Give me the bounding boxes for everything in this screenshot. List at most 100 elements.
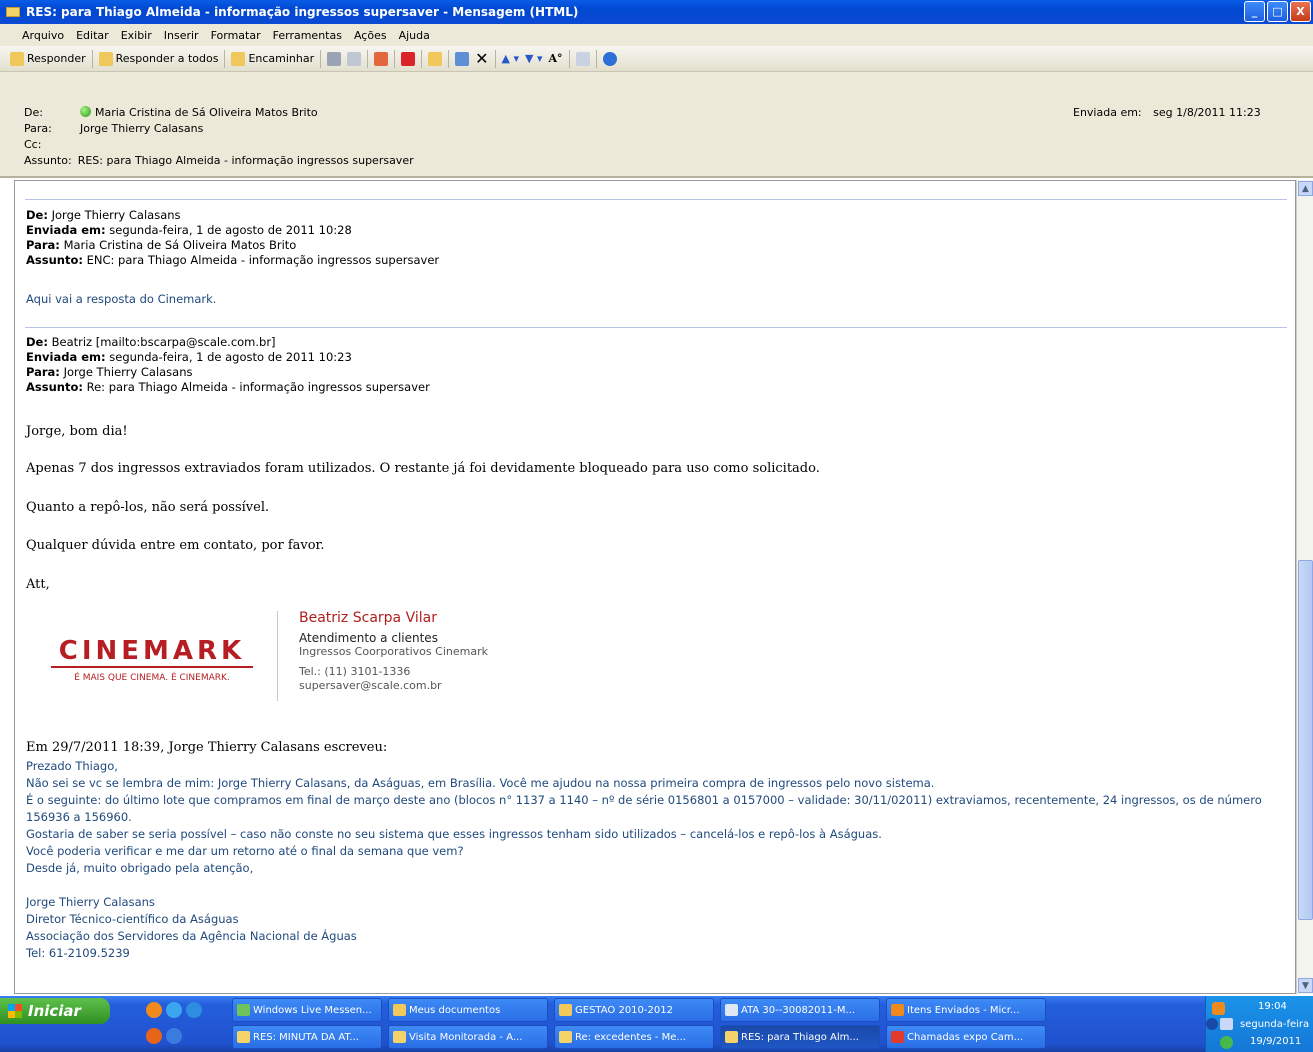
- signature-divider: [277, 611, 278, 701]
- tray-expand-icon[interactable]: [1206, 1018, 1218, 1030]
- previous-icon[interactable]: ▲ ▾: [502, 52, 519, 65]
- signature-email[interactable]: supersaver@scale.com.br: [299, 679, 488, 693]
- taskbar-button[interactable]: Meus documentos: [388, 998, 548, 1022]
- taskbar-button[interactable]: Chamadas expo Cam...: [886, 1025, 1046, 1049]
- cc-row: Cc:: [24, 138, 80, 151]
- fwd1-sent: segunda-feira, 1 de agosto de 2011 10:28: [109, 223, 352, 237]
- fwd1-sent-label: Enviada em:: [26, 223, 106, 237]
- envelope-icon: [393, 1031, 406, 1043]
- taskbar-button-label: Visita Monitorada - A...: [409, 1031, 523, 1043]
- help-icon[interactable]: [602, 51, 617, 66]
- forward-header-2: De: Beatriz [mailto:bscarpa@scale.com.br…: [26, 335, 430, 395]
- fwd2-sent: segunda-feira, 1 de agosto de 2011 10:23: [109, 350, 352, 364]
- flag-icon[interactable]: [401, 51, 416, 66]
- scroll-down-icon[interactable]: ▼: [1298, 978, 1313, 993]
- reply-all-icon: [98, 51, 113, 66]
- system-tray: 19:04 segunda-feira 19/9/2011: [1205, 996, 1313, 1052]
- to-value[interactable]: Jorge Thierry Calasans: [80, 122, 203, 135]
- taskbar-button[interactable]: ATA 30--30082011-M...: [720, 998, 880, 1022]
- quote-line: [26, 877, 1284, 894]
- next-icon[interactable]: ▼ ▾: [525, 52, 542, 65]
- envelope-icon: [559, 1031, 572, 1043]
- close-button[interactable]: X: [1290, 1, 1311, 22]
- presence-icon: [80, 106, 91, 117]
- clock[interactable]: 19:04: [1258, 1001, 1287, 1012]
- quote-header: Em 29/7/2011 18:39, Jorge Thierry Calasa…: [26, 740, 388, 755]
- clock-date: 19/9/2011: [1250, 1036, 1302, 1047]
- translate-icon[interactable]: [575, 51, 590, 66]
- quote-line: Diretor Técnico-científico da Aságuas: [26, 912, 239, 926]
- internet-explorer-icon[interactable]: [166, 1002, 182, 1018]
- forward-note: Aqui vai a resposta do Cinemark.: [26, 292, 217, 306]
- folder-icon: [559, 1004, 572, 1016]
- messenger-icon: [237, 1004, 250, 1016]
- from-name: Maria Cristina de Sá Oliveira Matos Brit…: [95, 106, 318, 119]
- start-label: Iniciar: [28, 1002, 81, 1020]
- taskbar-button-label: RES: para Thiago Alm...: [741, 1031, 859, 1043]
- taskbar-button[interactable]: GESTAO 2010-2012: [554, 998, 714, 1022]
- divider: [25, 199, 1287, 200]
- forward-button[interactable]: Encaminhar: [231, 51, 314, 66]
- outlook-tray-icon[interactable]: [1212, 1002, 1225, 1015]
- folder-icon[interactable]: [428, 51, 443, 66]
- fwd2-from: Beatriz [mailto:bscarpa@scale.com.br]: [51, 335, 276, 349]
- message-body[interactable]: De: Jorge Thierry Calasans Enviada em: s…: [14, 180, 1296, 994]
- envelope-icon: [725, 1031, 738, 1043]
- folder-icon: [393, 1004, 406, 1016]
- quicklaunch-icon[interactable]: [186, 1002, 202, 1018]
- subject-label: Assunto:: [24, 154, 72, 167]
- fwd2-to-label: Para:: [26, 365, 60, 379]
- fwd2-subject-label: Assunto:: [26, 380, 83, 394]
- start-button[interactable]: Iniciar: [0, 998, 110, 1024]
- fwd1-to-label: Para:: [26, 238, 60, 252]
- quote-line: Associação dos Servidores da Agência Nac…: [26, 929, 357, 943]
- reply-all-button[interactable]: Responder a todos: [98, 51, 219, 66]
- menu-arquivo[interactable]: Arquivo: [22, 29, 64, 42]
- taskbar-button[interactable]: RES: MINUTA DA AT...: [232, 1025, 382, 1049]
- scroll-thumb[interactable]: [1298, 560, 1313, 920]
- fwd2-sent-label: Enviada em:: [26, 350, 106, 364]
- maximize-button[interactable]: □: [1267, 1, 1288, 22]
- minimize-button[interactable]: _: [1244, 1, 1265, 22]
- reply-paragraph-2: Quanto a repô-los, não será possível.: [26, 500, 270, 515]
- quicklaunch-icon[interactable]: [166, 1028, 182, 1044]
- address-book-icon[interactable]: [455, 51, 470, 66]
- move-icon[interactable]: [374, 51, 389, 66]
- menu-editar[interactable]: Editar: [76, 29, 109, 42]
- taskbar: Iniciar Windows Live Messen... Meus docu…: [0, 996, 1313, 1052]
- taskbar-button[interactable]: Windows Live Messen...: [232, 998, 382, 1022]
- network-icon[interactable]: [1220, 1018, 1233, 1030]
- firefox-icon[interactable]: [146, 1028, 162, 1044]
- menu-exibir[interactable]: Exibir: [121, 29, 152, 42]
- taskbar-button[interactable]: Itens Enviados - Micr...: [886, 998, 1046, 1022]
- scroll-up-icon[interactable]: ▲: [1298, 181, 1313, 196]
- from-value[interactable]: Maria Cristina de Sá Oliveira Matos Brit…: [80, 106, 318, 119]
- menu-acoes[interactable]: Ações: [354, 29, 387, 42]
- taskbar-button-label: Chamadas expo Cam...: [907, 1031, 1024, 1043]
- menu-formatar[interactable]: Formatar: [211, 29, 261, 42]
- toolbar-separator: [494, 49, 496, 68]
- title-bar[interactable]: RES: para Thiago Almeida - informação in…: [0, 0, 1313, 24]
- reply-all-label: Responder a todos: [115, 52, 219, 65]
- quote-line: Gostaria de saber se seria possível – ca…: [26, 827, 882, 841]
- messenger-tray-icon[interactable]: [1220, 1036, 1233, 1049]
- menu-inserir[interactable]: Inserir: [164, 29, 199, 42]
- copy-icon[interactable]: [347, 51, 362, 66]
- delete-icon[interactable]: ✕: [475, 49, 488, 68]
- taskbar-button-active[interactable]: RES: para Thiago Alm...: [720, 1025, 880, 1049]
- font-size-icon[interactable]: A°: [549, 52, 563, 65]
- print-icon[interactable]: [327, 51, 342, 66]
- windows-logo-icon: [8, 1004, 22, 1018]
- quote-line: Jorge Thierry Calasans: [26, 895, 155, 909]
- menu-ajuda[interactable]: Ajuda: [399, 29, 430, 42]
- vertical-scrollbar[interactable]: ▲ ▼: [1296, 180, 1313, 994]
- taskbar-button-label: RES: MINUTA DA AT...: [253, 1031, 359, 1043]
- reply-button[interactable]: Responder: [10, 51, 86, 66]
- quoted-text: Prezado Thiago, Não sei se vc se lembra …: [26, 758, 1284, 962]
- reply-greeting: Jorge, bom dia!: [26, 424, 128, 439]
- taskbar-button[interactable]: Re: excedentes - Me...: [554, 1025, 714, 1049]
- quicklaunch-icon[interactable]: [146, 1002, 162, 1018]
- forward-icon: [231, 51, 246, 66]
- taskbar-button[interactable]: Visita Monitorada - A...: [388, 1025, 548, 1049]
- menu-ferramentas[interactable]: Ferramentas: [273, 29, 342, 42]
